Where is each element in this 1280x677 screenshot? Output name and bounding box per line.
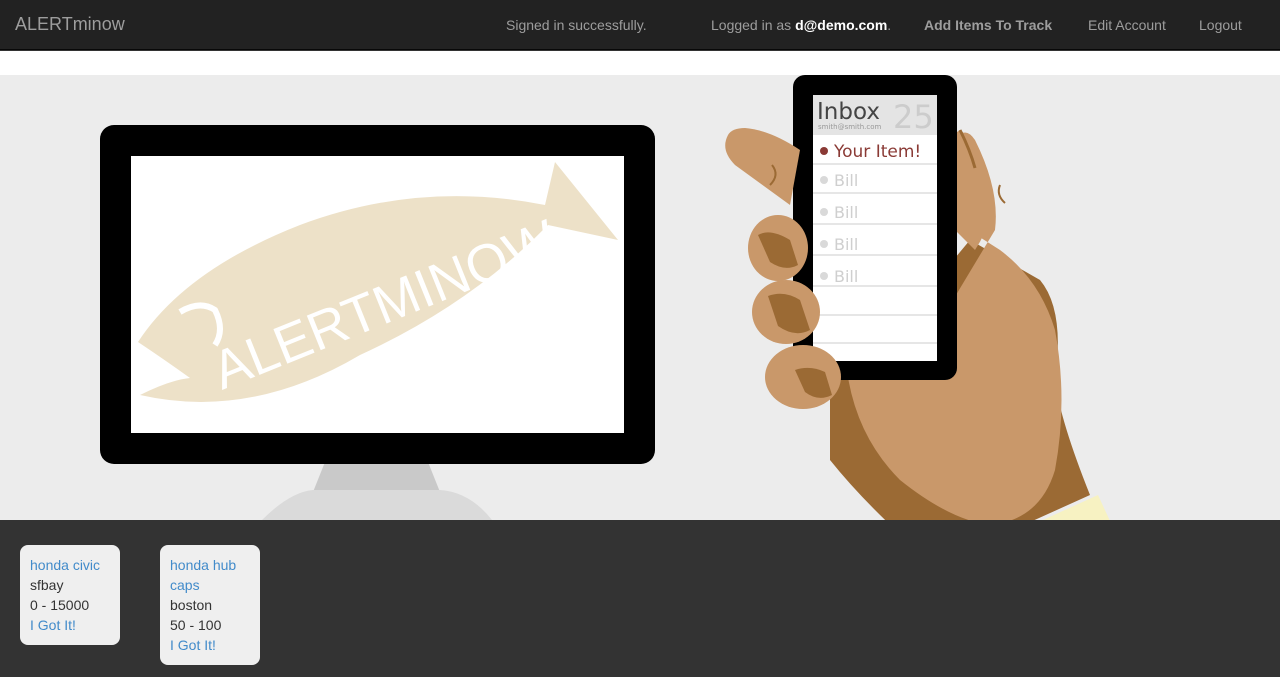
user-email: d@demo.com [795,17,888,33]
inbox-count: 25 [893,98,934,136]
inbox-message-3: Bill [834,235,858,254]
item-title-link[interactable]: honda hub caps [170,555,250,595]
inbox-title: Inbox [817,99,880,125]
inbox-message-2: Bill [834,203,858,222]
monitor-stand [262,462,492,520]
item-title-link[interactable]: honda civic [30,555,110,575]
spacer-strip [0,51,1280,75]
edit-account-link[interactable]: Edit Account [1088,17,1166,33]
flash-message: Signed in successfully. [506,17,647,33]
tracked-item-card: honda hub caps boston 50 - 100 I Got It! [160,545,260,665]
monitor: ALERTMINOW [100,125,655,464]
logout-link[interactable]: Logout [1199,17,1242,33]
got-it-link[interactable]: I Got It! [30,615,110,635]
hero-illustration: ALERTMINOW Inbox smith@smith.com 25 Your… [100,75,1110,520]
navbar: ALERTminow Signed in successfully. Logge… [0,0,1280,50]
inbox-email: smith@smith.com [818,123,882,131]
add-items-link[interactable]: Add Items To Track [924,17,1052,33]
smartphone: Inbox smith@smith.com 25 Your Item! Bill… [793,75,957,380]
item-location: sfbay [30,577,64,593]
item-price-range: 50 - 100 [170,617,222,633]
tracked-item-card: honda civic sfbay 0 - 15000 I Got It! [20,545,120,645]
logged-in-suffix: . [887,17,892,33]
item-price-range: 0 - 15000 [30,597,90,613]
inbox-message-1: Bill [834,171,858,190]
item-location: boston [170,597,213,613]
inbox-message-0: Your Item! [833,142,921,162]
got-it-link[interactable]: I Got It! [170,635,250,655]
inbox-message-4: Bill [834,267,858,286]
hero-banner: ALERTMINOW Inbox smith@smith.com 25 Your… [0,75,1280,520]
logged-in-prefix: Logged in as [711,17,796,33]
brand-link[interactable]: ALERTminow [15,14,125,35]
logged-in-status: Logged in as d@demo.com. [711,17,891,33]
